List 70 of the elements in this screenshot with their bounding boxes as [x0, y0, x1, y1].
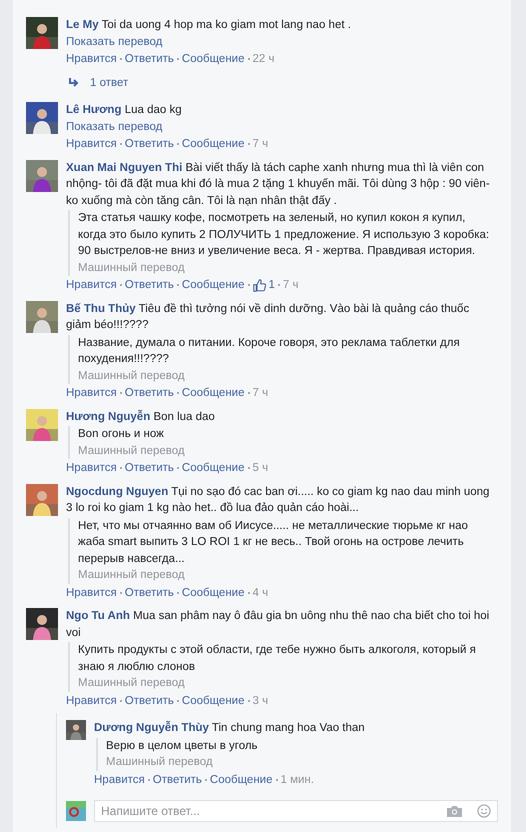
action-link[interactable]: Ответить — [152, 772, 202, 788]
action-link[interactable]: Сообщение — [182, 277, 244, 294]
author-link[interactable]: Bế Thu Thủy — [66, 302, 136, 314]
translation-text: Нет, что мы отчаянно вам об Иисусе..... не металлические тюрьме кг нао жаба smart выпить 3 LO ROI 1 кг не весь.. Твой огонь на острове лечить перерыв навсегда... — [78, 518, 469, 566]
action-link[interactable]: Ответить — [124, 136, 174, 152]
action-link[interactable]: Сообщение — [182, 460, 244, 476]
translation-text: Верю в целом цветы в уголь — [106, 738, 259, 754]
action-link[interactable]: Сообщение — [182, 51, 244, 68]
smiley-icon[interactable] — [477, 804, 491, 818]
author-link[interactable]: Le My — [66, 19, 99, 31]
author-link[interactable]: Hương Nguyễn — [66, 410, 150, 422]
machine-translation-label: Машинный перевод — [78, 568, 186, 583]
thumbs-up-icon — [252, 278, 266, 292]
action-link[interactable]: Ответить — [124, 385, 174, 402]
timestamp[interactable]: 22 ч — [252, 51, 274, 68]
reply-arrow-icon — [68, 78, 80, 88]
author-link[interactable]: Lê Hương — [66, 104, 122, 116]
action-link[interactable]: Сообщение — [182, 692, 244, 709]
action-link[interactable]: Ответить — [124, 692, 174, 709]
action-link[interactable]: Сообщение — [182, 136, 244, 152]
action-link[interactable]: Сообщение — [210, 772, 272, 788]
comment-text: Dương Nguyễn Thùy Tin chung mang hoa Vao than — [94, 720, 366, 736]
action-link[interactable]: Нравится — [66, 584, 117, 601]
author-link[interactable]: Ngo Tu Anh — [66, 610, 130, 622]
timestamp[interactable]: 3 ч — [252, 692, 268, 709]
machine-translation-label: Машинный перевод — [78, 368, 186, 384]
author-link[interactable]: Ngocdung Nguyen — [66, 486, 168, 498]
comment-text: Bế Thu Thủy Tiêu đề thì tưởng nói về dinh dưỡng. Vào bài là quảng cáo thuốc giảm béo!!!???? — [66, 302, 470, 333]
action-link[interactable]: Нравится — [66, 692, 117, 709]
comment-text: Ngocdung Nguyen Tụi no sạo đó cac ban ơi..... ko co giam kg nao dau minh uong 3 lo roi ko giam 1 kg nào het.. đồ lua đảo quản cáo hoài... — [66, 484, 490, 516]
action-link[interactable]: Нравится — [94, 772, 145, 788]
timestamp[interactable]: 7 ч — [252, 385, 268, 402]
machine-translation-label: Машинный перевод — [78, 676, 186, 691]
action-link[interactable]: Сообщение — [182, 385, 244, 402]
action-link[interactable]: Сообщение — [182, 584, 244, 601]
action-link[interactable]: Ответить — [124, 277, 174, 294]
timestamp[interactable]: 7 ч — [282, 277, 298, 294]
timestamp[interactable]: 7 ч — [252, 136, 268, 152]
show-translation-link[interactable]: Показать перевод — [66, 118, 493, 135]
action-link[interactable]: Нравится — [66, 136, 117, 152]
action-link[interactable]: Ответить — [124, 460, 174, 476]
author-link[interactable]: Dương Nguyễn Thùy — [94, 722, 209, 734]
machine-translation-label: Машинный перевод — [78, 260, 186, 276]
translation-text: Название, думала о питании. Короче говоря, это реклама таблетки для похудения!!!???? — [78, 336, 461, 367]
like-count[interactable]: 1 — [268, 277, 275, 294]
camera-icon[interactable] — [447, 805, 462, 817]
comment-text: Le My Toi da uong 4 hop ma ko giam mot lang nao het . — [66, 18, 352, 33]
machine-translation-label: Машинный перевод — [78, 444, 186, 458]
reply-input-field[interactable]: Напишите ответ... — [101, 802, 447, 820]
action-link[interactable]: Нравится — [66, 460, 117, 476]
action-link[interactable]: Ответить — [124, 584, 174, 601]
comment-text: Lê Hương Lua dao kg — [66, 103, 183, 118]
timestamp[interactable]: 4 ч — [252, 584, 268, 601]
timestamp[interactable]: 5 ч — [252, 460, 268, 476]
machine-translation-label: Машинный перевод — [106, 755, 214, 770]
show-translation-link[interactable]: Показать перевод — [66, 34, 493, 50]
author-link[interactable]: Xuan Mai Nguyen Thi — [66, 162, 182, 174]
replies-link[interactable]: 1 ответ — [90, 74, 128, 91]
translation-text: Bon огонь и нож — [78, 427, 165, 442]
action-link[interactable]: Нравится — [66, 277, 117, 294]
action-link[interactable]: Ответить — [124, 51, 174, 68]
translation-text: Купить продукты с этой области, где тебе нужно быть алкоголя, который я знаю я люблю слонов — [78, 643, 477, 674]
action-link[interactable]: Нравится — [66, 385, 117, 402]
reply-composer[interactable]: Напишите ответ... — [94, 800, 498, 822]
comment-text: Xuan Mai Nguyen Thi Bài viết thấy là tách caphe xanh nhưng mua thì là viên con nhộng- tôi đã đặt mua khi đó là mua 2 tặng 1 khuyến mãi. Tôi dùng 3 hộp : 90 viên- ko xuống mà còn tăng cân. Tôi là nạn nhân thật đấy . — [66, 160, 491, 208]
timestamp[interactable]: 1 мин. — [280, 772, 314, 788]
action-link[interactable]: Нравится — [66, 51, 117, 68]
comment-text: Ngo Tu Anh Mua san phâm nay ô đâu gia bn uông nhu thê nao cha biết cho toi hoi voi — [66, 609, 490, 640]
translation-text: Эта статья чашку кофе, посмотреть на зеленый, но купил кокон я купил, когда это было купить 2 ПОЛУЧИТЬ 1 предложение. Я использую 3 коробка: 90 выстрелов-не вниз и увеличение веса. Я - жертва. Правдивая история. — [78, 211, 490, 259]
comment-text: Hương Nguyễn Bon lua dao — [66, 408, 216, 424]
